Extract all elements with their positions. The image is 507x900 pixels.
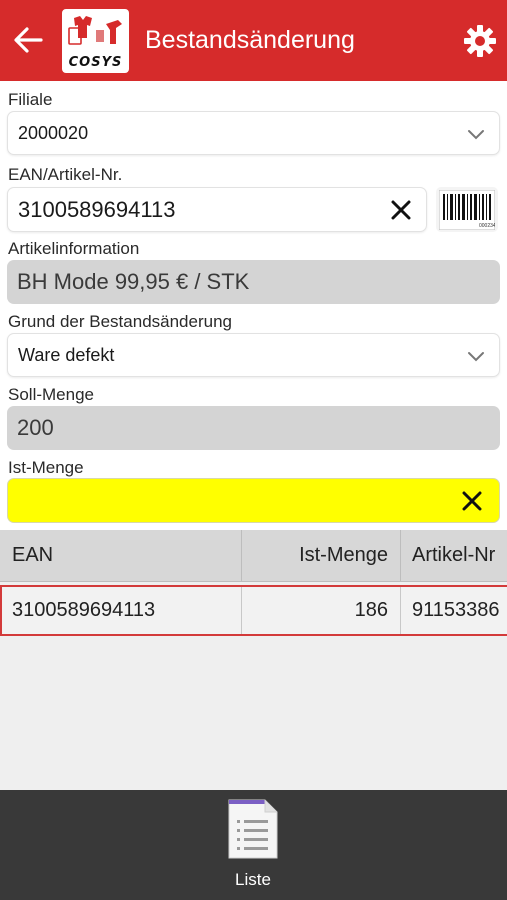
barcode-icon: 000234 — [439, 189, 495, 230]
logo-text: COSYS — [68, 55, 123, 70]
ean-value: 3100589694113 — [18, 196, 176, 222]
back-button[interactable] — [8, 20, 48, 60]
ist-menge-label: Ist-Menge — [8, 458, 84, 477]
gear-icon — [464, 25, 496, 57]
close-icon — [391, 200, 411, 220]
column-header-ist-menge[interactable]: Ist-Menge — [241, 530, 400, 581]
page-title: Bestandsänderung — [145, 26, 355, 54]
row-artikel-nr-cell: 91153386 — [400, 587, 507, 634]
barcode-scan-button[interactable]: 000234 — [436, 187, 498, 232]
stock-change-form: Filiale 2000020 EAN/Artikel-Nr. 31005896… — [0, 81, 507, 530]
app-logo: COSYS — [62, 9, 129, 73]
chevron-down-icon — [468, 130, 484, 140]
table-header: EAN Ist-Menge Artikel-Nr — [0, 530, 507, 582]
artikelinfo-label: Artikelinformation — [8, 239, 140, 258]
column-header-ean[interactable]: EAN — [0, 530, 241, 581]
column-header-artikel-nr[interactable]: Artikel-Nr — [400, 530, 507, 581]
chevron-down-icon — [468, 352, 484, 362]
row-ist-menge-cell: 186 — [241, 587, 400, 634]
bottom-tab-bar: Liste — [0, 790, 507, 900]
grund-select[interactable]: Ware defekt — [7, 333, 500, 377]
filiale-label: Filiale — [8, 90, 53, 109]
app-header: COSYS Bestandsänderung — [0, 0, 507, 81]
settings-button[interactable] — [461, 22, 499, 60]
ist-menge-clear-button[interactable] — [457, 486, 487, 516]
ist-menge-input[interactable] — [7, 478, 500, 523]
tab-liste-label: Liste — [235, 870, 271, 889]
artikelinfo-value: BH Mode 99,95 € / STK — [17, 269, 250, 294]
artikelinfo-field: BH Mode 99,95 € / STK — [7, 260, 500, 304]
arrow-left-icon — [14, 27, 43, 53]
filiale-value: 2000020 — [18, 122, 89, 143]
filiale-select[interactable]: 2000020 — [7, 111, 500, 155]
ean-clear-button[interactable] — [386, 195, 416, 225]
grund-label: Grund der Bestandsänderung — [8, 312, 232, 331]
ean-input[interactable]: 3100589694113 — [7, 187, 427, 232]
soll-menge-value: 200 — [17, 415, 54, 440]
barcode-caption: 000234 — [479, 223, 495, 229]
grund-value: Ware defekt — [18, 344, 115, 365]
list-document-icon — [228, 799, 278, 859]
table-row[interactable]: 3100589694113 186 91153386 — [0, 585, 507, 636]
soll-menge-label: Soll-Menge — [8, 385, 94, 404]
ean-label: EAN/Artikel-Nr. — [8, 165, 123, 184]
entries-table: EAN Ist-Menge Artikel-Nr 3100589694113 1… — [0, 530, 507, 790]
tab-liste[interactable]: Liste — [213, 796, 293, 896]
logo-clothes-icon — [68, 16, 122, 45]
soll-menge-field: 200 — [7, 406, 500, 450]
row-ean-cell: 3100589694113 — [12, 599, 156, 621]
close-icon — [462, 491, 482, 511]
